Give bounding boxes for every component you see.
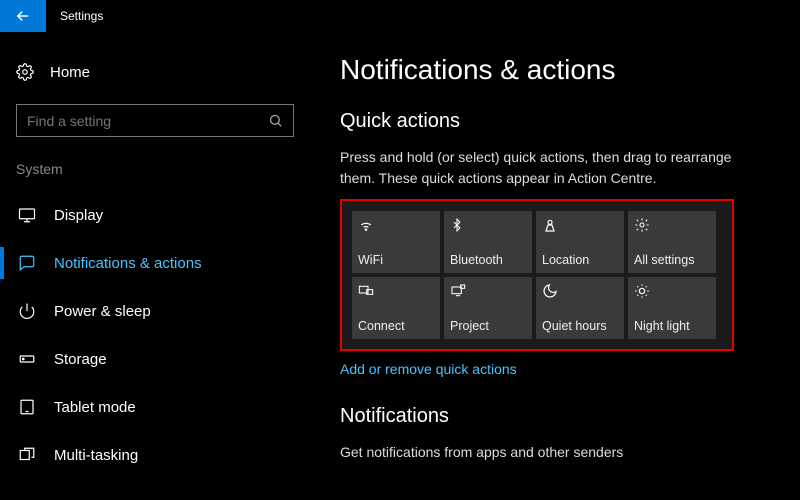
home-nav[interactable]: Home	[0, 52, 310, 92]
sidebar-item-display[interactable]: Display	[0, 191, 310, 239]
tile-label: All settings	[634, 253, 710, 267]
title-bar: Settings	[0, 0, 800, 32]
main-panel: Notifications & actions Quick actions Pr…	[310, 32, 800, 500]
storage-icon	[18, 350, 36, 368]
tablet-icon	[18, 398, 36, 416]
page-title: Notifications & actions	[340, 54, 770, 86]
tile-bluetooth[interactable]: Bluetooth	[444, 211, 532, 273]
sidebar-item-notifications[interactable]: Notifications & actions	[0, 239, 310, 287]
tile-location[interactable]: Location	[536, 211, 624, 273]
sidebar-item-label: Multi-tasking	[54, 447, 138, 464]
tile-project[interactable]: Project	[444, 277, 532, 339]
tile-label: Project	[450, 319, 526, 333]
sidebar-category: System	[0, 161, 310, 177]
gear-icon	[16, 63, 34, 81]
wifi-icon	[358, 217, 434, 233]
sidebar: Home System Display Notifications & acti…	[0, 32, 310, 500]
tile-wifi[interactable]: WiFi	[352, 211, 440, 273]
tile-label: Location	[542, 253, 618, 267]
tile-label: Quiet hours	[542, 319, 618, 333]
multitask-icon	[18, 446, 36, 464]
quick-actions-frame: WiFi Bluetooth Location All settings Con	[340, 199, 734, 351]
connect-icon	[358, 283, 434, 299]
search-icon	[268, 113, 283, 128]
search-box[interactable]	[16, 104, 294, 137]
arrow-left-icon	[14, 7, 32, 25]
sidebar-item-label: Power & sleep	[54, 303, 151, 320]
project-icon	[450, 283, 526, 299]
sidebar-item-multitasking[interactable]: Multi-tasking	[0, 431, 310, 479]
add-remove-quick-actions-link[interactable]: Add or remove quick actions	[340, 361, 517, 377]
quick-actions-grid: WiFi Bluetooth Location All settings Con	[352, 211, 722, 339]
quick-actions-description: Press and hold (or select) quick actions…	[340, 147, 760, 189]
tile-quiet-hours[interactable]: Quiet hours	[536, 277, 624, 339]
sidebar-item-storage[interactable]: Storage	[0, 335, 310, 383]
location-icon	[542, 217, 618, 233]
notifications-sub: Get notifications from apps and other se…	[340, 442, 760, 463]
window-title: Settings	[46, 9, 103, 23]
sidebar-item-label: Notifications & actions	[54, 255, 202, 272]
message-icon	[18, 254, 36, 272]
back-button[interactable]	[0, 0, 46, 32]
sidebar-item-tablet[interactable]: Tablet mode	[0, 383, 310, 431]
tile-connect[interactable]: Connect	[352, 277, 440, 339]
monitor-icon	[18, 206, 36, 224]
sidebar-item-label: Tablet mode	[54, 399, 136, 416]
gear-icon	[634, 217, 710, 233]
tile-label: Connect	[358, 319, 434, 333]
sidebar-item-label: Display	[54, 207, 103, 224]
tile-night-light[interactable]: Night light	[628, 277, 716, 339]
sidebar-item-label: Storage	[54, 351, 107, 368]
sidebar-item-power[interactable]: Power & sleep	[0, 287, 310, 335]
power-icon	[18, 302, 36, 320]
moon-icon	[542, 283, 618, 299]
home-label: Home	[50, 64, 90, 81]
tile-all-settings[interactable]: All settings	[628, 211, 716, 273]
sun-icon	[634, 283, 710, 299]
quick-actions-heading: Quick actions	[340, 110, 770, 133]
bluetooth-icon	[450, 217, 526, 233]
tile-label: Night light	[634, 319, 710, 333]
tile-label: WiFi	[358, 253, 434, 267]
search-input[interactable]	[27, 113, 268, 129]
notifications-heading: Notifications	[340, 405, 770, 428]
tile-label: Bluetooth	[450, 253, 526, 267]
